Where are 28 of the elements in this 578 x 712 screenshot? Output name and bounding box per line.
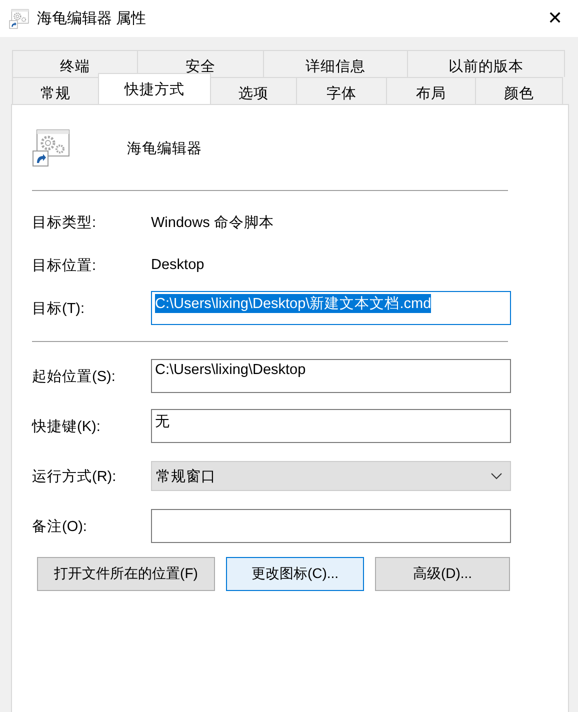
field-label: 起始位置(S): [32, 368, 116, 386]
app-icon [9, 8, 29, 28]
field-label: 备注(O): [32, 518, 88, 536]
field-label: 运行方式(R): [32, 468, 118, 486]
dialog-button[interactable]: 打开文件所在的位置(F) [37, 557, 215, 591]
chevron-down-icon [491, 472, 502, 480]
field-label: 目标(T): [32, 300, 86, 318]
close-button[interactable]: ✕ [532, 0, 578, 37]
dialog-button[interactable]: 高级(D)... [375, 557, 510, 591]
tab[interactable]: 终端 [12, 50, 138, 77]
input-field[interactable] [151, 509, 511, 543]
tab[interactable]: 颜色 [475, 77, 563, 104]
shortcut-name: 海龟编辑器 [127, 140, 202, 158]
tab[interactable]: 常规 [12, 77, 99, 104]
window-title: 海龟编辑器 属性 [37, 9, 146, 28]
tab[interactable]: 以前的版本 [407, 50, 565, 77]
field-label: 快捷键(K): [32, 418, 102, 436]
dialog-button[interactable]: 更改图标(C)... [226, 557, 364, 591]
field-label: 目标位置: [32, 256, 98, 274]
field-label: 目标类型: [32, 214, 98, 232]
tab[interactable]: 快捷方式 [98, 73, 211, 104]
input-field[interactable]: C:\Users\lixing\Desktop\新建文本文档.cmd [151, 291, 511, 325]
input-field[interactable]: C:\Users\lixing\Desktop [151, 359, 511, 393]
input-field[interactable]: 无 [151, 409, 511, 443]
dropdown[interactable]: 常规窗口 [151, 461, 511, 491]
shortcut-icon [32, 129, 70, 167]
field-value: Desktop [151, 257, 204, 273]
field-value: Windows 命令脚本 [151, 214, 274, 232]
